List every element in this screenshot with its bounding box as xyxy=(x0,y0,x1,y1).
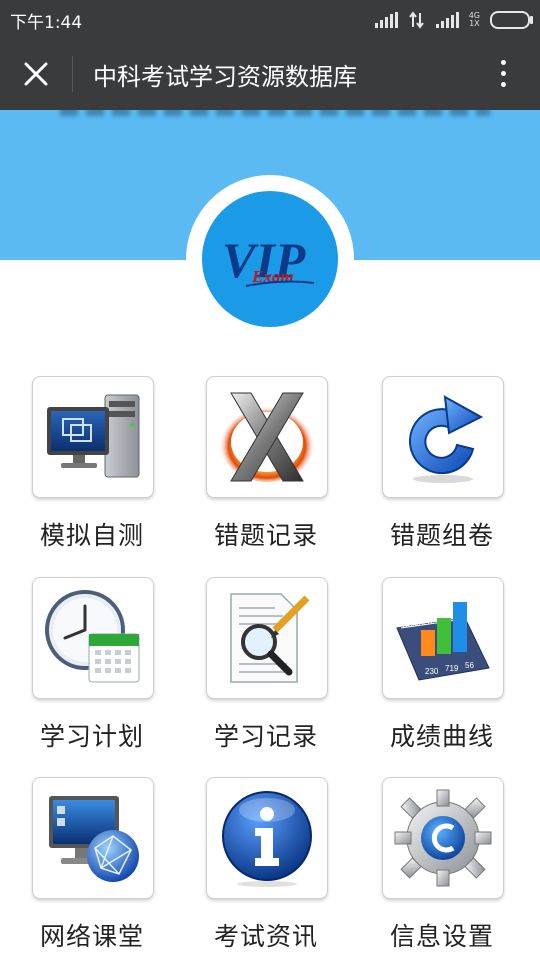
more-dot xyxy=(501,71,506,76)
menu-item-label: 错题记录 xyxy=(213,521,318,550)
computer-server-icon xyxy=(47,394,140,478)
battery-icon xyxy=(490,11,533,29)
title-divider xyxy=(72,56,73,92)
document-search-icon xyxy=(230,593,310,683)
menu-item-label: 错题组卷 xyxy=(389,521,494,550)
banner-faded-text xyxy=(60,110,490,116)
more-dot xyxy=(501,60,506,65)
tile xyxy=(32,376,154,498)
signal-icon-2 xyxy=(435,12,459,28)
title-bar: 中科考试学习资源数据库 xyxy=(0,38,540,110)
menu-item-label: 学习计划 xyxy=(39,722,144,751)
status-bar: 下午1:44 4G 1X xyxy=(0,0,540,38)
data-transfer-icon xyxy=(408,11,424,29)
tile xyxy=(382,376,504,498)
menu-item-label: 模拟自测 xyxy=(39,521,144,550)
more-dot xyxy=(501,82,506,87)
tile xyxy=(32,777,154,899)
chart-value: 230 xyxy=(425,667,439,676)
page-title: 中科考试学习资源数据库 xyxy=(93,63,357,91)
signal-icon xyxy=(374,12,398,28)
vip-exam-logo: VIP Exam xyxy=(202,191,338,327)
menu-item-label: 网络课堂 xyxy=(39,922,144,951)
tile xyxy=(206,577,328,699)
settings-gear-icon xyxy=(394,789,492,887)
x-icon xyxy=(219,392,315,482)
tile xyxy=(32,577,154,699)
refresh-icon xyxy=(408,395,484,483)
menu-item-label: 信息设置 xyxy=(389,922,494,951)
info-icon xyxy=(222,791,312,887)
tile xyxy=(382,777,504,899)
status-time: 下午1:44 xyxy=(10,13,83,33)
status-icons: 4G 1X xyxy=(374,10,533,30)
clock-calendar-icon xyxy=(45,590,140,683)
network-type: 4G 1X xyxy=(469,12,480,28)
chart-value: 56 xyxy=(465,661,474,670)
chart-value: 719 xyxy=(445,664,459,673)
menu-item-label: 考试资讯 xyxy=(213,922,318,951)
network-sub-label: 1X xyxy=(469,19,480,28)
close-icon xyxy=(24,62,48,86)
tile xyxy=(206,777,328,899)
close-button[interactable] xyxy=(20,58,52,90)
bar-chart-icon: NUMBERS 230 719 56 xyxy=(396,602,490,681)
menu-item-label: 学习记录 xyxy=(213,722,318,751)
more-options-button[interactable] xyxy=(488,56,518,92)
globe-monitor-icon xyxy=(49,796,139,882)
menu-item-label: 成绩曲线 xyxy=(389,722,494,751)
logo-mark: VIP Exam xyxy=(222,232,315,288)
tile xyxy=(206,376,328,498)
tile: NUMBERS 230 719 56 xyxy=(382,577,504,699)
